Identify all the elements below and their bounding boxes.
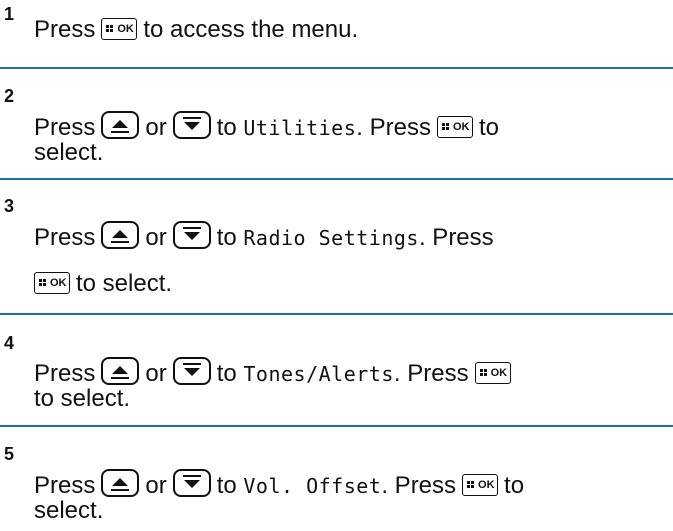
- divider: [0, 313, 673, 315]
- menu-ok-button-icon: OK: [474, 362, 511, 384]
- step-text: Press or to Vol. Offset. Press OK to: [34, 469, 524, 500]
- step-number: 4: [4, 333, 15, 353]
- down-arrow-button-icon: [172, 357, 211, 385]
- menu-ok-button-icon: OK: [101, 18, 138, 40]
- step-number: 1: [4, 4, 15, 24]
- step-text: Press OK to access the menu.: [34, 16, 359, 43]
- step-number: 3: [4, 196, 15, 216]
- up-arrow-button-icon: [101, 111, 140, 139]
- up-arrow-button-icon: [101, 357, 140, 385]
- down-arrow-button-icon: [172, 111, 211, 139]
- step-text: OK to select.: [34, 270, 172, 298]
- step-text: Press or to Utilities. Press OK to: [34, 111, 499, 142]
- down-arrow-button-icon: [172, 469, 211, 497]
- menu-ok-button-icon: OK: [34, 272, 70, 294]
- divider: [0, 67, 673, 69]
- menu-ok-button-icon: OK: [462, 474, 499, 496]
- step-number: 2: [4, 86, 15, 106]
- up-arrow-button-icon: [101, 221, 140, 249]
- step-text: Press or to Tones/Alerts. Press OK: [34, 357, 517, 388]
- down-arrow-button-icon: [172, 221, 211, 249]
- divider: [0, 425, 673, 427]
- step-number: 5: [4, 444, 15, 464]
- menu-ok-button-icon: OK: [436, 116, 473, 138]
- step-text: Press or to Radio Settings. Press: [34, 221, 494, 252]
- divider: [0, 178, 673, 180]
- up-arrow-button-icon: [101, 469, 140, 497]
